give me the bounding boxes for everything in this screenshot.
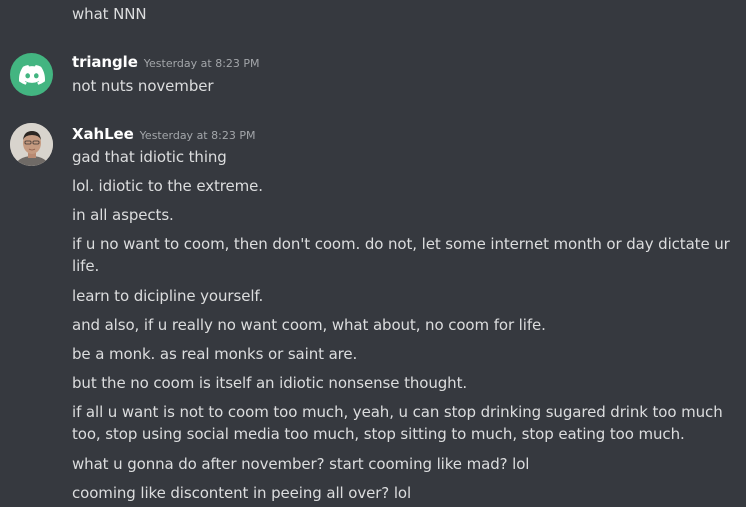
- message-text: learn to dicipline yourself.: [72, 287, 264, 305]
- user-photo: [10, 123, 53, 166]
- chat-messages: what NNN triangle Yesterday at 8:23 PM no…: [0, 0, 746, 507]
- message-text: in all aspects.: [72, 206, 174, 224]
- username[interactable]: XahLee: [72, 125, 134, 143]
- message-text: not nuts november: [72, 77, 214, 95]
- message-text: be a monk. as real monks or saint are.: [72, 345, 358, 363]
- message-text: cooming like discontent in peeing all ov…: [72, 484, 412, 502]
- message-text: and also, if u really no want coom, what…: [72, 316, 546, 334]
- avatar[interactable]: [10, 53, 53, 96]
- message-text: but the no coom is itself an idiotic non…: [72, 374, 468, 392]
- message-text: lol. idiotic to the extreme.: [72, 177, 263, 195]
- username[interactable]: triangle: [72, 53, 138, 71]
- message-header: triangle Yesterday at 8:23 PM: [72, 51, 260, 73]
- message-text: if all u want is not to coom too much, y…: [72, 403, 723, 443]
- avatar[interactable]: [10, 123, 53, 166]
- message-header: XahLee Yesterday at 8:23 PM: [72, 123, 255, 145]
- message-text: what NNN: [72, 5, 147, 23]
- timestamp[interactable]: Yesterday at 8:23 PM: [140, 129, 256, 142]
- message-text: gad that idiotic thing: [72, 148, 227, 166]
- discord-logo-icon: [18, 64, 45, 85]
- message-text: what u gonna do after november? start co…: [72, 455, 530, 473]
- message-text: if u no want to coom, then don't coom. d…: [72, 235, 730, 275]
- timestamp[interactable]: Yesterday at 8:23 PM: [144, 57, 260, 70]
